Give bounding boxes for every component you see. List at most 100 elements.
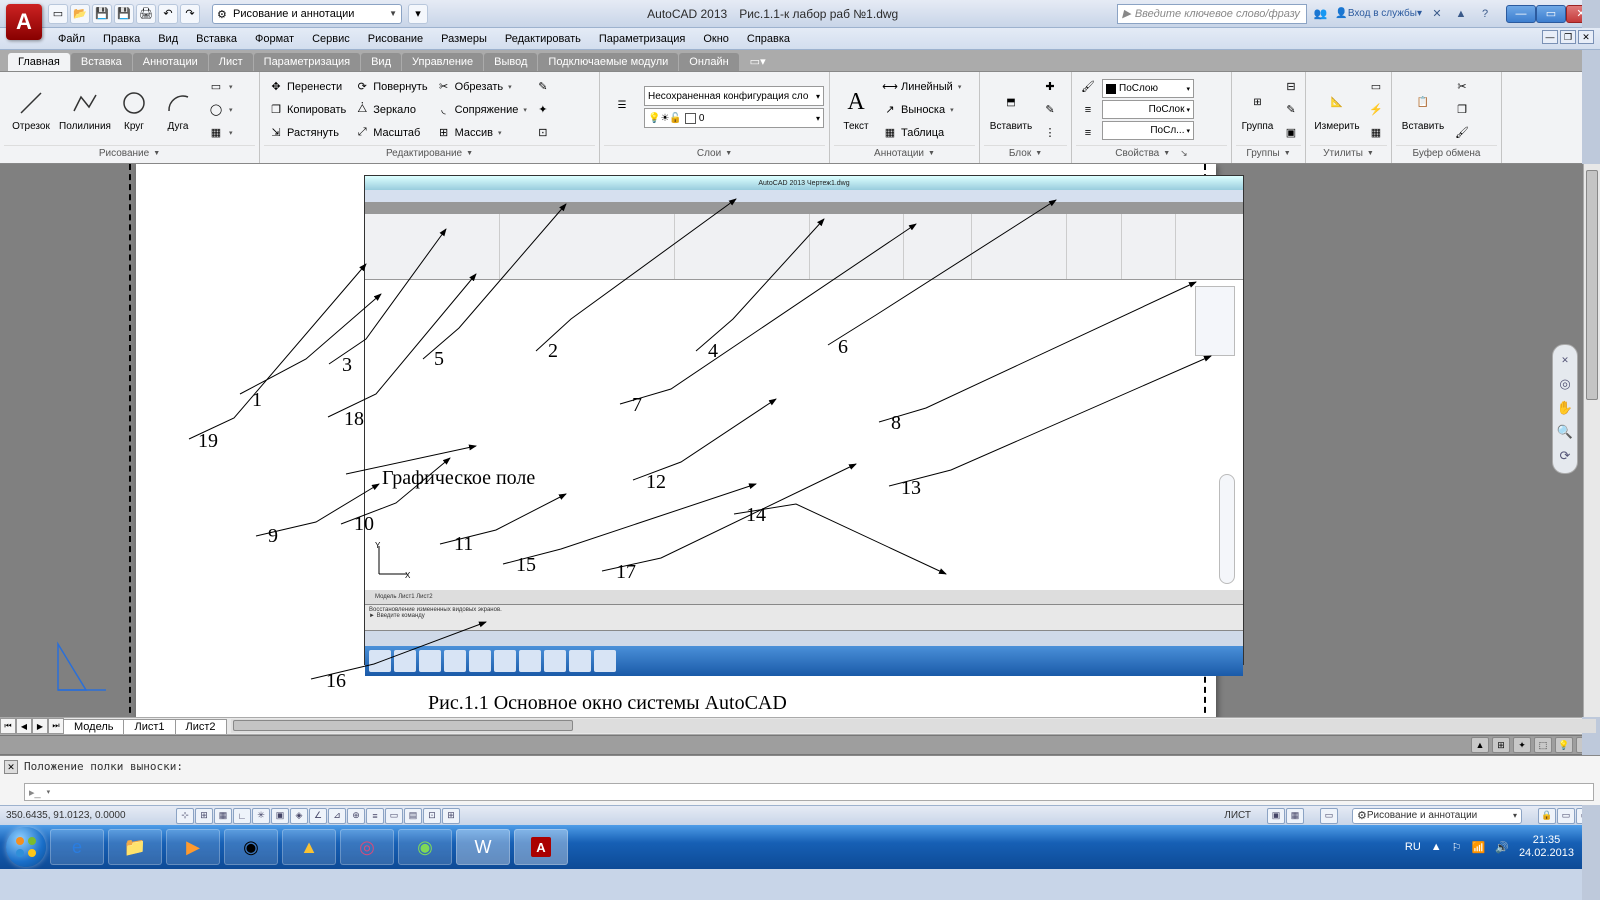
tab-output[interactable]: Вывод (484, 53, 537, 71)
tray-lang[interactable]: RU (1405, 841, 1421, 853)
tray-action-icon[interactable]: ⚐ (1452, 841, 1462, 854)
status-dyn[interactable]: ⊕ (347, 808, 365, 824)
navigation-bar[interactable]: ✕ ◎ ✋ 🔍 ⟳ (1552, 344, 1578, 474)
status-infer[interactable]: ⊹ (176, 808, 194, 824)
sheet-first-button[interactable]: ⏮ (0, 718, 16, 734)
tab-manage[interactable]: Управление (402, 53, 483, 71)
status-lwt[interactable]: ≡ (366, 808, 384, 824)
tool-stretch[interactable]: ⇲Растянуть (266, 122, 348, 144)
tool-fillet[interactable]: ◟Сопряжение▾ (434, 99, 529, 121)
status-osnap[interactable]: ▣ (271, 808, 289, 824)
infocenter-icon[interactable]: 👥 (1311, 5, 1329, 23)
app-menu-button[interactable]: A (6, 4, 42, 40)
menu-file[interactable]: Файл (50, 31, 93, 47)
panel-block-title[interactable]: Блок▼ (984, 145, 1067, 161)
doc-close-button[interactable]: ✕ (1578, 30, 1594, 44)
status-ortho[interactable]: ∟ (233, 808, 251, 824)
anno-tool-1[interactable]: ▲ (1471, 737, 1489, 753)
qat-saveas-icon[interactable]: 💾 (114, 4, 134, 24)
tool-hatch[interactable]: ▦▾ (206, 122, 235, 144)
workspace-switcher[interactable]: ⚙ Рисование и аннотации ▼ (212, 4, 402, 24)
qat-customize-icon[interactable]: ▾ (408, 4, 428, 24)
status-3dosnap[interactable]: ◈ (290, 808, 308, 824)
tool-table[interactable]: ▦Таблица (880, 122, 963, 144)
task-autocad[interactable]: A (514, 829, 568, 865)
command-window[interactable]: ✕ Положение полки выноски: ▸_▾ (0, 755, 1600, 805)
tool-attr-block[interactable]: ⋮ (1040, 122, 1060, 144)
tool-explode[interactable]: ✦ (533, 99, 553, 121)
status-sc[interactable]: ⊡ (423, 808, 441, 824)
cut-button[interactable]: ✂ (1452, 76, 1470, 98)
status-r2[interactable]: ▦ (1286, 808, 1304, 824)
tray-vol-icon[interactable]: 🔊 (1495, 841, 1509, 854)
status-grid[interactable]: ▦ (214, 808, 232, 824)
autodesk-360-icon[interactable]: ▲ (1452, 5, 1470, 23)
tab-annotate[interactable]: Аннотации (133, 53, 208, 71)
menu-draw[interactable]: Рисование (360, 31, 431, 47)
qat-plot-icon[interactable]: 🖨 (136, 4, 156, 24)
start-button[interactable] (6, 827, 46, 867)
panel-utils-title[interactable]: Утилиты▼ (1310, 145, 1387, 161)
doc-minimize-button[interactable]: — (1542, 30, 1558, 44)
menu-dimension[interactable]: Размеры (433, 31, 495, 47)
tray-clock[interactable]: 21:35 24.02.2013 (1519, 834, 1574, 860)
anno-tool-4[interactable]: ⬚ (1534, 737, 1552, 753)
menu-window[interactable]: Окно (695, 31, 737, 47)
tool-move[interactable]: ✥Перенести (266, 76, 348, 98)
anno-tool-3[interactable]: ✦ (1513, 737, 1531, 753)
panel-draw-title[interactable]: Рисование▼ (4, 145, 255, 161)
ungroup-button[interactable]: ⊟ (1281, 76, 1299, 98)
task-wmp[interactable]: ▶ (166, 829, 220, 865)
match-button[interactable]: 🖌 (1452, 122, 1470, 144)
layer-current-combo[interactable]: 💡☀🔓 0 ▾ (644, 108, 824, 128)
linetype-combo[interactable]: ПоСл...▾ (1102, 121, 1194, 140)
panel-layers-title[interactable]: Слои▼ (604, 145, 825, 161)
steering-wheel-icon[interactable]: ◎ (1556, 375, 1574, 393)
exchange-icon[interactable]: ✕ (1428, 5, 1446, 23)
tab-insert[interactable]: Вставка (71, 53, 132, 71)
task-ie[interactable]: e (50, 829, 104, 865)
group-edit-button[interactable]: ✎ (1281, 99, 1299, 121)
menu-format[interactable]: Формат (247, 31, 302, 47)
qat-redo-icon[interactable]: ↷ (180, 4, 200, 24)
tab-plugins[interactable]: Подключаемые модули (538, 53, 678, 71)
quick-select-button[interactable]: ⚡ (1366, 99, 1384, 121)
panel-annotation-title[interactable]: Аннотации▼ (834, 145, 975, 161)
tool-trim[interactable]: ✂Обрезать▾ (434, 76, 529, 98)
menu-tools[interactable]: Сервис (304, 31, 358, 47)
list2-button[interactable]: ≡ (1078, 122, 1100, 144)
tab-home[interactable]: Главная (8, 53, 70, 71)
minimize-button[interactable]: — (1506, 5, 1536, 23)
maximize-button[interactable]: ▭ (1536, 5, 1566, 23)
pan-icon[interactable]: ✋ (1556, 399, 1574, 417)
cmd-close-button[interactable]: ✕ (4, 760, 18, 774)
match-props-button[interactable]: 🖌 (1078, 76, 1100, 98)
cmd-input[interactable]: ▸_▾ (24, 783, 1594, 801)
task-explorer[interactable]: 📁 (108, 829, 162, 865)
tool-text[interactable]: AТекст (834, 76, 878, 144)
status-am[interactable]: ⊞ (442, 808, 460, 824)
tool-array[interactable]: ⊞Массив▾ (434, 122, 529, 144)
tool-paste[interactable]: 📋Вставить (1396, 76, 1450, 144)
lineweight-combo[interactable]: ПоСлок▾ (1102, 100, 1194, 119)
tool-line[interactable]: Отрезок (4, 76, 58, 144)
select-all-button[interactable]: ▭ (1366, 76, 1384, 98)
tab-parametric[interactable]: Параметризация (254, 53, 360, 71)
horizontal-scrollbar[interactable] (231, 719, 1596, 733)
tab-view[interactable]: Вид (361, 53, 401, 71)
tool-edit-block[interactable]: ✎ (1040, 99, 1060, 121)
tool-offset[interactable]: ⊡ (533, 122, 553, 144)
status-snap[interactable]: ⊞ (195, 808, 213, 824)
menu-help[interactable]: Справка (739, 31, 798, 47)
panel-clip-title[interactable]: Буфер обмена (1396, 145, 1497, 161)
sheet-prev-button[interactable]: ◀ (16, 718, 32, 734)
panel-modify-title[interactable]: Редактирование▼ (264, 145, 595, 161)
qat-save-icon[interactable]: 💾 (92, 4, 112, 24)
tool-leader[interactable]: ↗Выноска▾ (880, 99, 963, 121)
layer-state-combo[interactable]: Несохраненная конфигурация сло▾ (644, 86, 824, 106)
tool-measure[interactable]: 📐Измерить (1310, 76, 1364, 144)
tool-rectangle[interactable]: ▭▾ (206, 76, 235, 98)
tab-online[interactable]: Онлайн (679, 53, 738, 71)
tool-mirror[interactable]: ⧊Зеркало (352, 99, 429, 121)
copy-clip-button[interactable]: ❐ (1452, 99, 1470, 121)
